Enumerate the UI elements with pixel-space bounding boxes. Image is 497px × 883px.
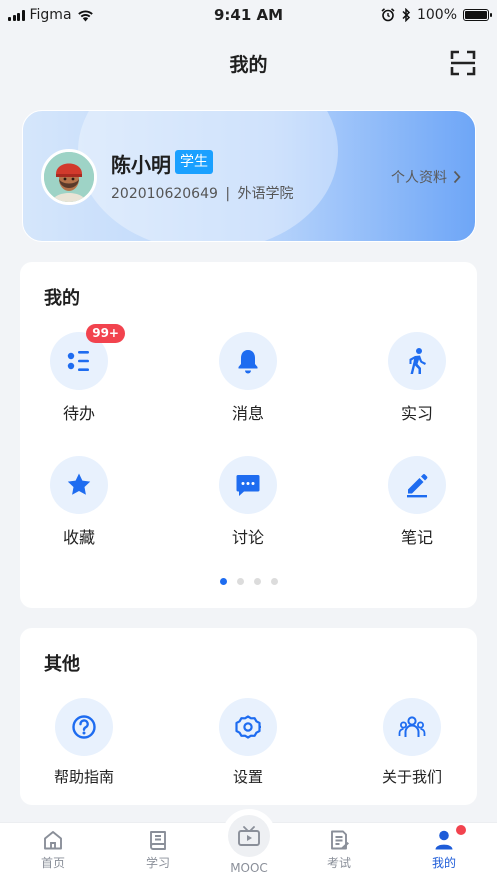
bell-icon	[238, 350, 258, 374]
mine-card: 我的 99+ 待办 消息 实习 收藏 讨论 笔记	[20, 262, 477, 608]
grid-item-discussion[interactable]: 讨论	[193, 456, 303, 548]
tab-label-home: 首页	[40, 856, 65, 870]
exam-paper-icon	[331, 830, 349, 850]
other-card: 其他 帮助指南 设置 关于我们	[20, 628, 477, 805]
people-icon	[398, 716, 426, 737]
messages-icon-circle	[219, 332, 277, 390]
mine-section-title: 我的	[44, 288, 80, 309]
question-circle-icon	[72, 715, 96, 739]
chat-bubble-icon	[236, 475, 260, 496]
meta-separator: |	[225, 186, 231, 202]
avatar-image	[44, 152, 94, 202]
profile-link[interactable]: 个人资料	[391, 167, 461, 187]
student-id: 202010620649	[111, 186, 218, 202]
profile-card[interactable]: 陈小明 学生 202010620649 | 外语学院 个人资料	[22, 110, 476, 242]
tab-mine[interactable]: 我的	[404, 829, 484, 871]
todo-count-badge: 99+	[86, 324, 125, 343]
battery-icon	[463, 9, 492, 21]
todo-list-icon	[67, 351, 89, 371]
grid-label-about: 关于我们	[381, 768, 442, 786]
grid-item-about[interactable]: 关于我们	[357, 698, 467, 787]
tab-mooc[interactable]	[228, 815, 270, 857]
grid-item-internship[interactable]: 实习	[362, 332, 472, 424]
battery-percent: 100%	[416, 7, 457, 23]
alarm-icon	[381, 8, 395, 22]
grid-item-settings[interactable]: 设置	[193, 698, 303, 787]
grid-label-internship: 实习	[400, 404, 433, 423]
grid-label-messages: 消息	[231, 404, 264, 423]
grid-item-todo[interactable]: 99+ 待办	[24, 324, 134, 424]
profile-link-label: 个人资料	[391, 170, 447, 186]
home-icon	[44, 831, 62, 850]
tv-icon	[238, 826, 260, 846]
about-icon-circle	[383, 698, 441, 756]
grid-label-favorites: 收藏	[62, 528, 95, 547]
avatar[interactable]	[41, 149, 97, 205]
nav-bar: 我的	[0, 40, 497, 86]
discussion-icon-circle	[219, 456, 277, 514]
grid-label-settings: 设置	[232, 768, 263, 786]
signal-icon	[8, 9, 25, 21]
grid-label-notes: 笔记	[400, 528, 433, 547]
help-icon-circle	[55, 698, 113, 756]
tab-study[interactable]: 学习	[118, 829, 198, 871]
grid-item-help[interactable]: 帮助指南	[29, 698, 139, 787]
user-meta: 202010620649 | 外语学院	[111, 183, 294, 203]
grid-label-todo: 待办	[62, 404, 95, 423]
tab-home[interactable]: 首页	[13, 829, 93, 871]
pencil-icon	[407, 474, 428, 498]
book-icon	[150, 831, 166, 850]
status-left: Figma	[8, 7, 94, 23]
chevron-right-icon	[453, 170, 461, 184]
page-dot[interactable]	[236, 578, 244, 585]
grid-label-discussion: 讨论	[231, 528, 264, 547]
internship-icon-circle	[388, 332, 446, 390]
todo-icon-circle: 99+	[50, 324, 125, 390]
walking-person-icon	[409, 348, 426, 374]
page-title: 我的	[229, 53, 268, 76]
notes-icon-circle	[388, 456, 446, 514]
status-bar: Figma 9:41 AM 100%	[0, 0, 497, 30]
tab-bar: 首页 学习 MOOC 考试 我的	[0, 809, 497, 883]
gear-icon	[235, 715, 261, 739]
grid-item-messages[interactable]: 消息	[193, 332, 303, 424]
tab-label-study: 学习	[145, 856, 170, 870]
other-section-title: 其他	[44, 654, 80, 675]
user-name: 陈小明	[111, 153, 171, 177]
page-dot[interactable]	[253, 578, 261, 585]
scan-button[interactable]	[449, 49, 477, 77]
status-right: 100%	[381, 7, 492, 23]
tab-exam[interactable]: 考试	[299, 829, 379, 871]
grid-label-help: 帮助指南	[53, 768, 114, 786]
grid-item-notes[interactable]: 笔记	[362, 456, 472, 548]
role-badge: 学生	[175, 150, 213, 174]
wifi-icon	[77, 9, 93, 21]
person-icon	[435, 830, 453, 850]
carrier-label: Figma	[29, 7, 72, 23]
notification-dot	[456, 825, 466, 835]
page-dot[interactable]	[270, 578, 278, 585]
star-icon	[67, 473, 91, 495]
tab-label-exam: 考试	[326, 856, 351, 870]
page-dot[interactable]	[219, 578, 227, 585]
tab-mooc-label-wrap: MOOC	[209, 861, 289, 875]
bluetooth-icon	[402, 8, 411, 22]
tab-label-mooc: MOOC	[230, 861, 268, 875]
page-indicator	[20, 578, 477, 585]
settings-icon-circle	[219, 698, 277, 756]
favorites-icon-circle	[50, 456, 108, 514]
college-name: 外语学院	[237, 186, 294, 202]
grid-item-favorites[interactable]: 收藏	[24, 456, 134, 548]
tab-label-mine: 我的	[431, 856, 456, 870]
scan-icon	[450, 50, 476, 76]
